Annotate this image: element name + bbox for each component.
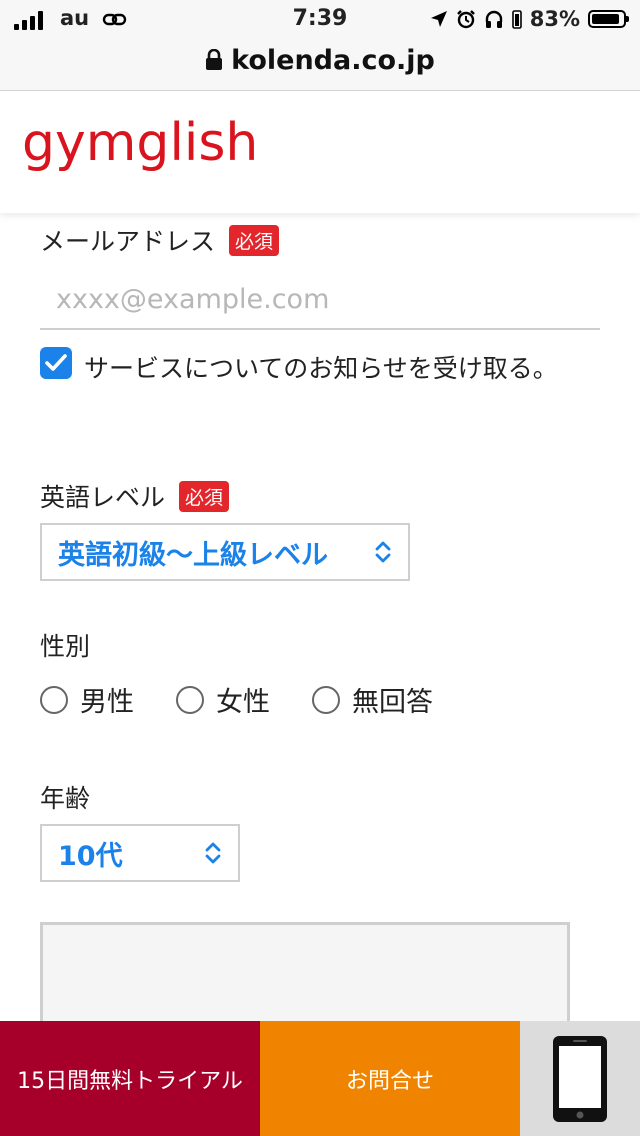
gymglish-logo[interactable]: gymglish [22,113,258,173]
email-label-row: メールアドレス 必須 [40,222,280,258]
select-chevron-icon [375,541,391,563]
battery-small-icon [511,10,522,29]
english-level-label: 英語レベル [40,483,166,512]
radio-label: 無回答 [352,687,433,718]
alarm-icon [456,10,475,29]
english-level-value: 英語初級〜上級レベル [58,539,328,571]
email-field[interactable] [40,270,600,330]
battery-percentage: 83% [529,7,580,31]
email-label: メールアドレス [40,227,216,256]
address-bar[interactable]: kolenda.co.jp [0,40,640,80]
browser-chrome: au 7:39 83% kolenda.co.jp [0,0,640,91]
status-bar: au 7:39 83% [0,0,640,40]
radio-button[interactable] [40,685,68,714]
radio-label: 女性 [216,687,270,718]
status-right-group: 83% [430,7,629,31]
radio-button[interactable] [312,685,340,714]
required-badge: 必須 [229,224,280,256]
headphones-icon [485,10,502,28]
gender-radio-group: 男性 女性 無回答 [40,680,475,719]
age-select[interactable]: 10代 [40,824,240,882]
gender-option-no-answer[interactable]: 無回答 [312,680,433,719]
gender-label-row: 性別 [40,627,90,663]
gender-label: 性別 [40,632,91,661]
battery-icon [588,10,629,28]
contact-button[interactable]: お問合せ [260,1021,520,1136]
location-arrow-icon [430,11,447,27]
free-trial-button[interactable]: 15日間無料トライアル [0,1021,260,1136]
select-chevron-icon [205,842,221,864]
bottom-action-bar: 15日間無料トライアル お問合せ [0,1021,640,1136]
smartphone-icon [553,1035,607,1122]
site-header: gymglish [0,91,640,213]
phone-button[interactable] [520,1021,640,1136]
gender-option-male[interactable]: 男性 [40,680,134,719]
age-label-row: 年齢 [40,779,90,815]
required-badge: 必須 [179,480,230,512]
url-text: kolenda.co.jp [231,44,435,76]
radio-button[interactable] [176,685,204,714]
age-label: 年齢 [40,784,91,813]
english-level-label-row: 英語レベル 必須 [40,478,230,514]
english-level-select[interactable]: 英語初級〜上級レベル [40,523,410,581]
newsletter-label[interactable]: サービスについてのお知らせを受け取る。 [40,345,580,393]
gender-option-female[interactable]: 女性 [176,680,270,719]
age-value: 10代 [58,840,123,872]
lock-icon [206,49,223,70]
radio-label: 男性 [80,687,134,718]
